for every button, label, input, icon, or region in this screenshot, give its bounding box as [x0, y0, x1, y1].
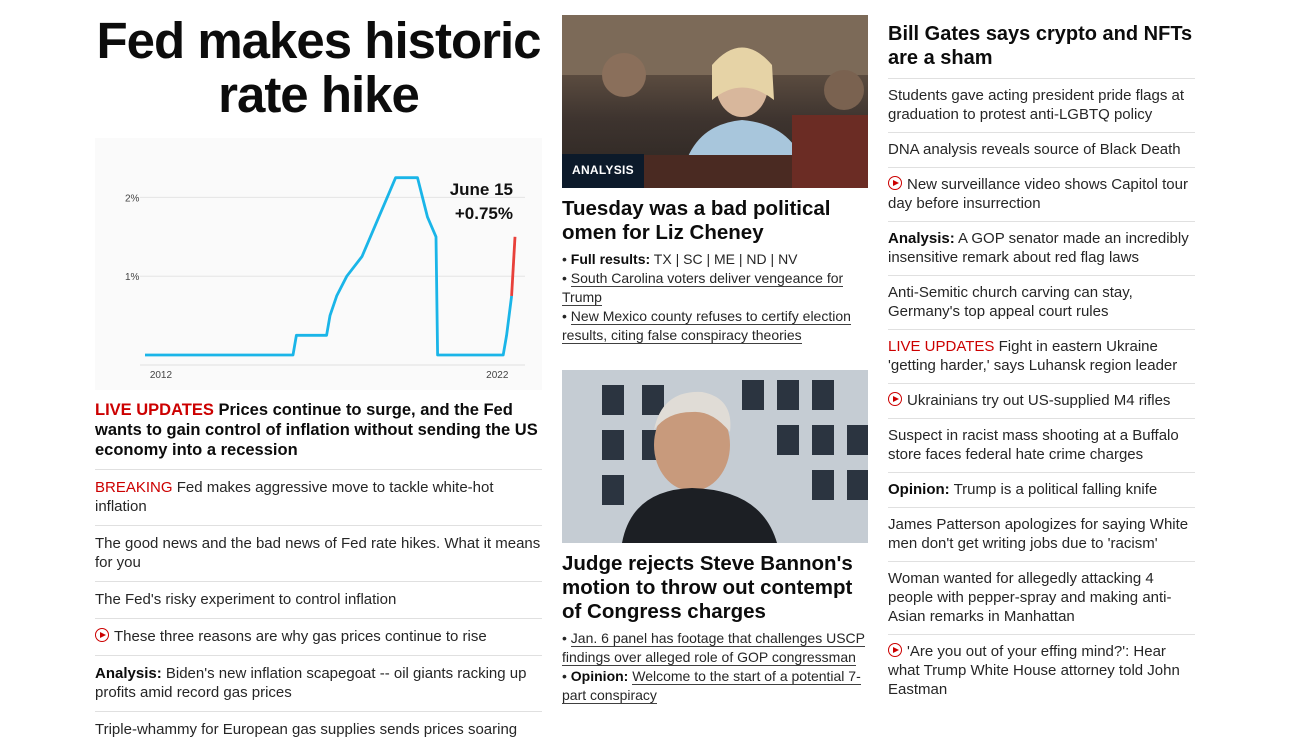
story-item-text: Students gave acting president pride fla…	[888, 87, 1185, 123]
y-tick-label: 2%	[125, 193, 140, 204]
story-item-text: The Fed's risky experiment to control in…	[95, 591, 397, 608]
sc-voters-link[interactable]: South Carolina voters deliver vengeance …	[562, 270, 844, 306]
bannon-subitems: • Jan. 6 panel has footage that challeng…	[562, 629, 868, 705]
story-item-text: DNA analysis reveals source of Black Dea…	[888, 141, 1181, 158]
story-item[interactable]: The Fed's risky experiment to control in…	[95, 581, 542, 618]
story-item[interactable]: 'Are you out of your effing mind?': Hear…	[888, 634, 1195, 707]
gates-crypto-link[interactable]: Bill Gates says crypto and NFTs are a sh…	[888, 22, 1195, 78]
cheney-headline: Tuesday was a bad political omen for Liz…	[562, 197, 831, 244]
results-link-tx[interactable]: TX	[654, 251, 672, 267]
analysis-label: Analysis:	[95, 665, 162, 682]
rate-chart-svg: 1% 2% 2012 2022 June 15 +0.75%	[125, 176, 525, 381]
results-link-me[interactable]: ME	[714, 251, 735, 267]
middle-column: ANALYSIS Tuesday was a bad political ome…	[562, 15, 868, 705]
breaking-label: BREAKING	[95, 479, 173, 496]
sub-item: • New Mexico county refuses to certify e…	[562, 308, 851, 344]
story-item[interactable]: These three reasons are why gas prices c…	[95, 618, 542, 655]
right-column: Bill Gates says crypto and NFTs are a sh…	[888, 22, 1195, 707]
video-play-icon	[888, 176, 902, 190]
annotation-date: June 15	[450, 180, 513, 199]
x-tick-label: 2022	[486, 370, 509, 381]
story-item[interactable]: DNA analysis reveals source of Black Dea…	[888, 132, 1195, 167]
bannon-photo	[562, 370, 868, 543]
story-item[interactable]: Analysis: A GOP senator made an incredib…	[888, 221, 1195, 275]
video-play-icon	[95, 628, 109, 642]
story-item[interactable]: Opinion: Trump is a political falling kn…	[888, 472, 1195, 507]
results-links: TX | SC | ME | ND | NV	[653, 251, 798, 267]
story-item[interactable]: Triple-whammy for European gas supplies …	[95, 711, 542, 748]
full-results-label: Full results:	[570, 251, 651, 267]
nm-county-link[interactable]: New Mexico county refuses to certify ele…	[562, 308, 851, 344]
rate-hike-line	[510, 236, 517, 296]
story-item-text: These three reasons are why gas prices c…	[114, 628, 487, 645]
main-headline-link[interactable]: Fed makes historic rate hike	[95, 14, 542, 122]
analysis-label: Opinion:	[888, 481, 950, 498]
jan6-footage-link[interactable]: Jan. 6 panel has footage that challenges…	[562, 630, 865, 666]
story-item[interactable]: Ukrainians try out US-supplied M4 rifles	[888, 383, 1195, 418]
story-item-text: Woman wanted for allegedly attacking 4 p…	[888, 570, 1172, 625]
story-item[interactable]: Suspect in racist mass shooting at a Buf…	[888, 418, 1195, 472]
results-link-sc[interactable]: SC	[683, 251, 702, 267]
main-headline: Fed makes historic rate hike	[96, 12, 541, 123]
story-item[interactable]: James Patterson apologizes for saying Wh…	[888, 507, 1195, 561]
story-item[interactable]: Woman wanted for allegedly attacking 4 p…	[888, 561, 1195, 634]
story-item[interactable]: The good news and the bad news of Fed ra…	[95, 525, 542, 581]
bannon-story-image-link[interactable]	[562, 370, 868, 543]
annotation-change: +0.75%	[455, 204, 513, 223]
story-item-text: Triple-whammy for European gas supplies …	[95, 721, 518, 738]
analysis-label: Analysis:	[888, 230, 955, 247]
live-updates-label: LIVE UPDATES	[95, 401, 214, 419]
main-story-column: Fed makes historic rate hike 1% 2% 2012 202…	[95, 10, 542, 748]
cheney-subitems: • Full results: TX | SC | ME | ND | NV •…	[562, 250, 868, 345]
story-item-text: Ukrainians try out US-supplied M4 rifles	[907, 392, 1171, 409]
story-item[interactable]: Students gave acting president pride fla…	[888, 78, 1195, 132]
story-item-text: New surveillance video shows Capitol tou…	[888, 176, 1188, 212]
cheney-story-image-link[interactable]: ANALYSIS	[562, 15, 868, 188]
opinion-label: Opinion:	[570, 668, 629, 684]
story-item-text: 'Are you out of your effing mind?': Hear…	[888, 643, 1180, 698]
video-play-icon	[888, 392, 902, 406]
story-item-text: The good news and the bad news of Fed ra…	[95, 535, 541, 571]
story-item-text: Trump is a political falling knife	[953, 481, 1158, 498]
analysis-badge: ANALYSIS	[562, 154, 644, 188]
story-item-text: Anti-Semitic church carving can stay, Ge…	[888, 284, 1133, 320]
x-tick-label: 2012	[150, 370, 173, 381]
cheney-headline-link[interactable]: Tuesday was a bad political omen for Liz…	[562, 197, 868, 245]
bannon-photo-illustration	[562, 370, 868, 543]
results-link-nv[interactable]: NV	[778, 251, 797, 267]
sub-item: • Jan. 6 panel has footage that challeng…	[562, 630, 865, 666]
story-item-text: Suspect in racist mass shooting at a Buf…	[888, 427, 1179, 463]
cheney-photo: ANALYSIS	[562, 15, 868, 188]
sub-item: • Opinion: Welcome to the start of a pot…	[562, 668, 861, 704]
bannon-headline: Judge rejects Steve Bannon's motion to t…	[562, 552, 853, 623]
story-item[interactable]: LIVE UPDATES Fight in eastern Ukraine 'g…	[888, 329, 1195, 383]
right-stories-list: Students gave acting president pride fla…	[888, 78, 1195, 707]
gates-crypto-headline: Bill Gates says crypto and NFTs are a sh…	[888, 23, 1193, 69]
story-item[interactable]: Anti-Semitic church carving can stay, Ge…	[888, 275, 1195, 329]
y-tick-label: 1%	[125, 272, 140, 283]
story-item[interactable]: BREAKING Fed makes aggressive move to ta…	[95, 469, 542, 525]
video-play-icon	[888, 643, 902, 657]
results-link-nd[interactable]: ND	[746, 251, 766, 267]
story-item[interactable]: Analysis: Biden's new inflation scapegoa…	[95, 655, 542, 711]
live-label: LIVE UPDATES	[888, 338, 995, 355]
related-stories-list: BREAKING Fed makes aggressive move to ta…	[95, 469, 542, 748]
story-item[interactable]: New surveillance video shows Capitol tou…	[888, 167, 1195, 221]
story-item-text: James Patterson apologizes for saying Wh…	[888, 516, 1189, 552]
rate-chart[interactable]: 1% 2% 2012 2022 June 15 +0.75%	[95, 138, 542, 390]
full-results-row: • Full results: TX | SC | ME | ND | NV	[562, 251, 798, 267]
lead-story-link[interactable]: LIVE UPDATES Prices continue to surge, a…	[95, 400, 542, 460]
sub-item: • South Carolina voters deliver vengeanc…	[562, 270, 844, 306]
bannon-headline-link[interactable]: Judge rejects Steve Bannon's motion to t…	[562, 552, 868, 624]
